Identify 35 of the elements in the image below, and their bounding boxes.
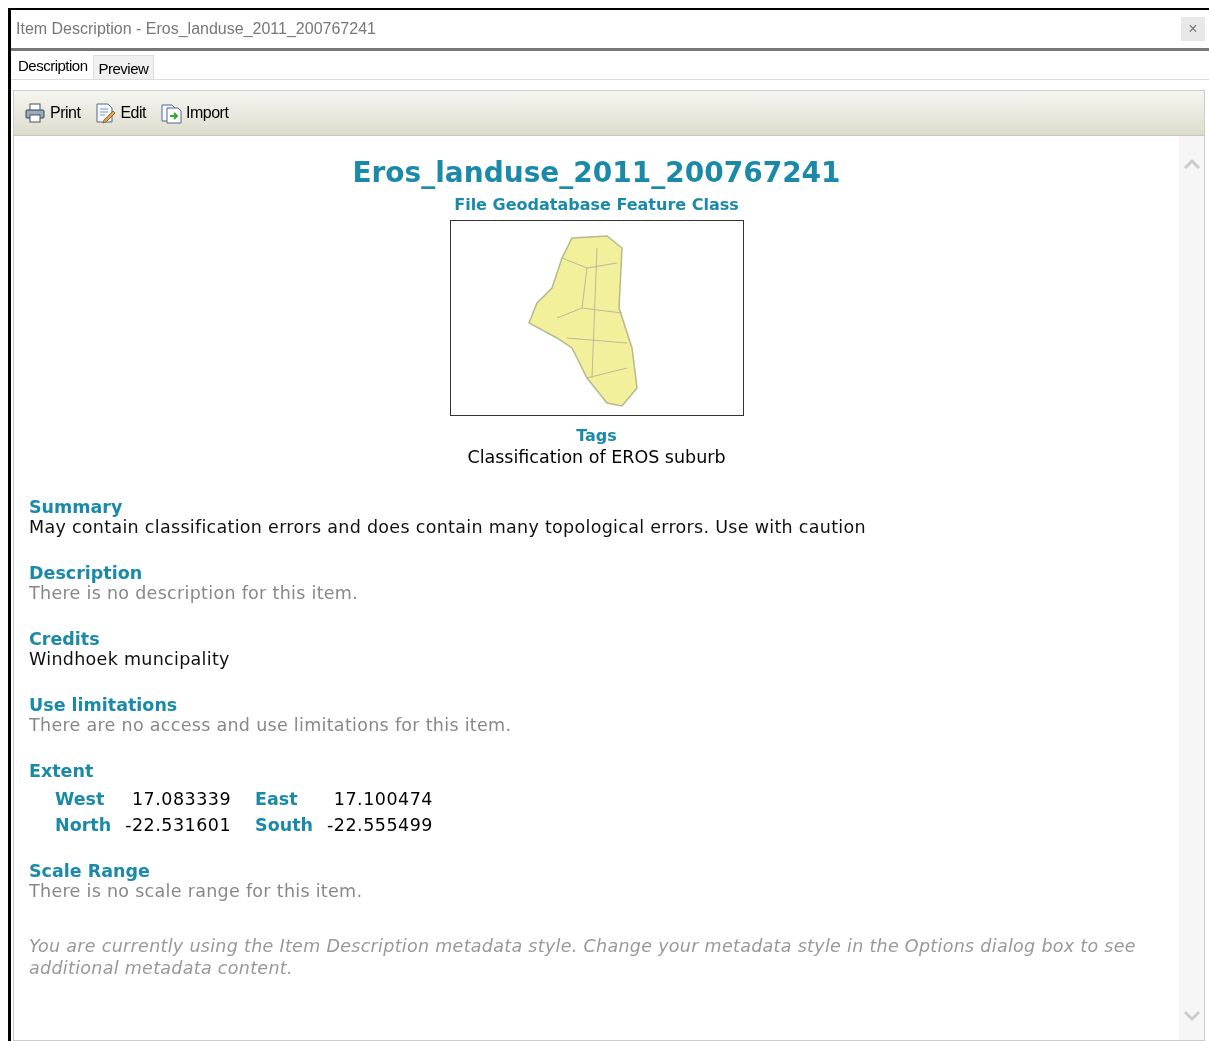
window-title: Item Description - Eros_landuse_2011_200767241 [16, 20, 376, 38]
scroll-up-icon[interactable] [1182, 158, 1201, 170]
footnote-text: You are currently using the Item Description metadata style. Change your metadata style in the Options dialog box to see additional metadata content. [29, 935, 1137, 979]
section-heading: Use limitations [29, 695, 179, 715]
extent-label: South [255, 815, 313, 835]
section-text: There is no description for this item. [29, 583, 360, 603]
item-title: Eros_landuse_2011_200767241 [351, 156, 842, 189]
tags-text: Classification of EROS suburb [466, 447, 727, 467]
section-heading: Summary [29, 497, 124, 517]
section-text: There is no scale range for this item. [29, 881, 364, 901]
edit-icon [94, 102, 117, 124]
import-button[interactable]: Import [160, 102, 229, 124]
section-heading: Description [29, 563, 144, 583]
item-type: File Geodatabase Feature Class [453, 195, 740, 214]
section-heading: Scale Range [29, 861, 151, 881]
extent-label: North [55, 815, 112, 835]
extent-label: West [55, 789, 106, 809]
section-heading: Credits [29, 629, 101, 649]
extent-label: East [255, 789, 299, 809]
extent-value: 17.083339 [130, 789, 233, 809]
extent-value: -22.531601 [125, 815, 233, 835]
extent-value: -22.555499 [327, 815, 434, 835]
close-button[interactable]: × [1181, 17, 1205, 41]
scroll-down-icon[interactable] [1182, 1010, 1201, 1022]
import-icon [160, 102, 182, 124]
printer-icon [24, 102, 46, 124]
section-text: May contain classification errors and does contain many topological errors. Use with caution [29, 517, 867, 537]
edit-button[interactable]: Edit [94, 102, 146, 124]
tab[interactable]: Preview [92, 55, 155, 79]
print-button[interactable]: Print [24, 102, 81, 124]
extent-value: 17.100474 [332, 789, 434, 809]
tags-heading: Tags [575, 426, 618, 445]
section-text: There are no access and use limitations for this item. [29, 715, 513, 735]
section-text: Windhoek muncipality [29, 649, 231, 669]
section-heading: Extent [29, 761, 95, 781]
